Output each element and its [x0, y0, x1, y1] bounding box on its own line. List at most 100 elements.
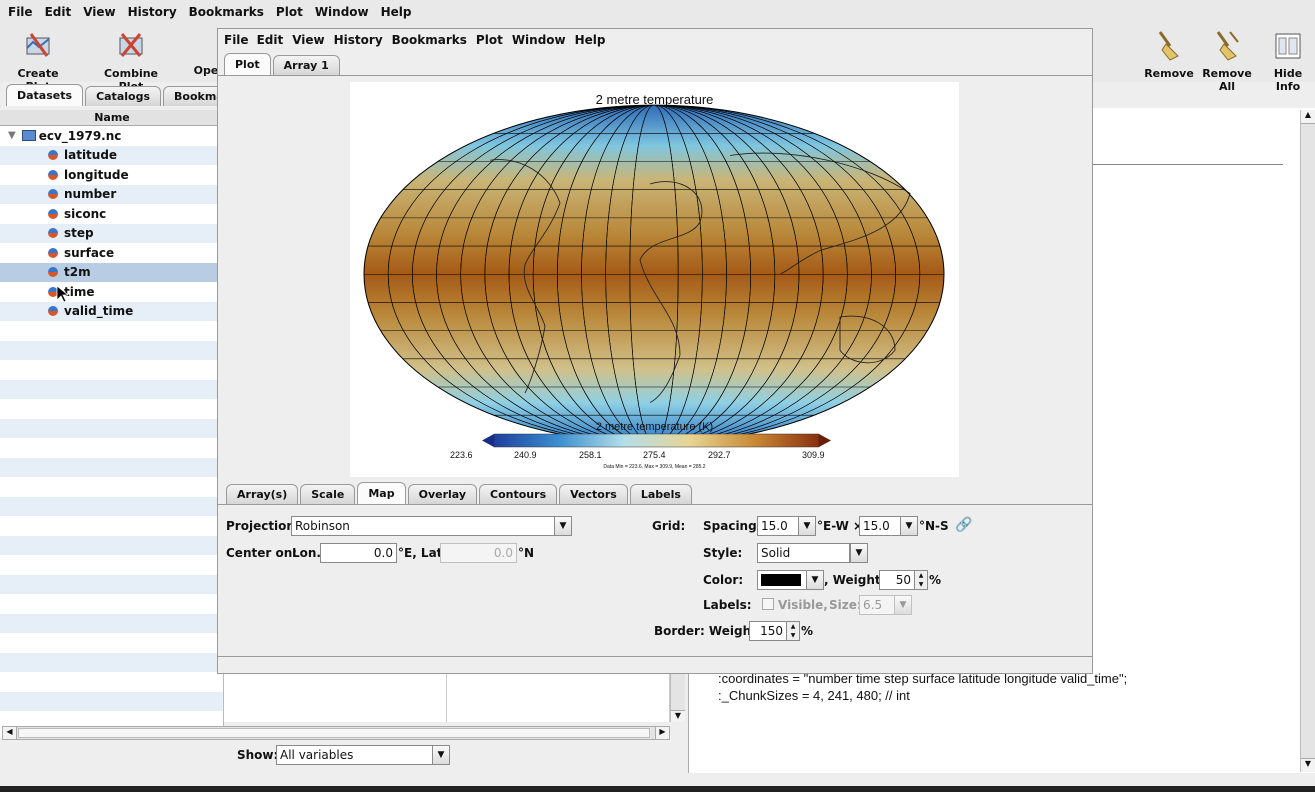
projection-select[interactable]: Robinson: [291, 516, 556, 536]
size-input[interactable]: 6.5: [859, 595, 895, 615]
labels-label: Labels:: [703, 598, 752, 612]
tab-datasets[interactable]: Datasets: [6, 84, 84, 106]
menu-file[interactable]: File: [8, 5, 33, 19]
dataset-tree[interactable]: ▼ ecv_1979.nc latitude longitude number …: [0, 126, 224, 738]
tree-variable-row[interactable]: latitude: [0, 145, 223, 165]
horizontal-scrollbar[interactable]: ◀ ▶: [2, 726, 670, 740]
plot-canvas[interactable]: 2 metre temperature 2 metre temperature …: [350, 82, 959, 477]
remove-button[interactable]: Remove: [1144, 28, 1194, 80]
chevron-down-icon[interactable]: ▼: [850, 543, 868, 563]
tab-scale[interactable]: Scale: [300, 484, 356, 504]
style-select[interactable]: Solid: [757, 543, 850, 563]
inner-menu-view[interactable]: View: [292, 33, 324, 47]
tree-variable-row[interactable]: time: [0, 282, 223, 302]
variable-icon: [48, 150, 58, 161]
chevron-down-icon[interactable]: ▼: [554, 516, 572, 536]
tab-map[interactable]: Map: [357, 482, 406, 504]
broom-icon: [1158, 31, 1179, 61]
border-percent: %: [801, 624, 814, 638]
lat-input[interactable]: 0.0: [440, 543, 517, 563]
weight-spinner-icon[interactable]: ▲ ▼: [914, 570, 928, 590]
menu-edit[interactable]: Edit: [45, 5, 72, 19]
tab-labels[interactable]: Labels: [629, 484, 692, 504]
menu-history[interactable]: History: [128, 5, 177, 19]
hide-info-button[interactable]: Hide Info: [1262, 28, 1314, 93]
lon-label: Lon.: [292, 546, 321, 560]
tree-variable-row[interactable]: longitude: [0, 165, 223, 185]
tab-plot[interactable]: Plot: [224, 53, 271, 75]
info-scrollbar[interactable]: ▲ ▼: [1300, 110, 1315, 772]
tree-variable-row[interactable]: surface: [0, 243, 223, 263]
visible-checkbox[interactable]: [762, 598, 774, 610]
inner-menu-help[interactable]: Help: [575, 33, 606, 47]
colorbar-tick-0: 223.6: [450, 450, 473, 460]
colorbar: [493, 433, 820, 448]
info-divider: [1093, 164, 1283, 165]
border-weight-input[interactable]: 150: [749, 621, 787, 641]
tree-variable-row[interactable]: siconc: [0, 204, 223, 224]
scroll-thumb[interactable]: [18, 728, 650, 738]
tab-arrays[interactable]: Array(s): [226, 484, 299, 504]
tree-variable-row[interactable]: valid_time: [0, 301, 223, 321]
color-select[interactable]: [757, 570, 807, 590]
options-tabstrip: Array(s) Scale Map Overlay Contours Vect…: [226, 482, 694, 504]
ew-unit-label: °E-W ×: [817, 519, 864, 533]
color-swatch: [761, 574, 801, 586]
lon-input[interactable]: 0.0: [320, 543, 397, 563]
border-weight-label: Border: Weight:: [654, 624, 762, 638]
tab-overlay[interactable]: Overlay: [407, 484, 478, 504]
chevron-down-icon[interactable]: ▼: [806, 570, 824, 590]
tree-variable-row[interactable]: number: [0, 184, 223, 204]
variable-icon: [48, 228, 58, 239]
scroll-up-icon[interactable]: ▲: [1301, 110, 1315, 124]
menu-help[interactable]: Help: [381, 5, 412, 19]
chevron-down-icon[interactable]: ▼: [894, 595, 912, 615]
tree-dataset-row[interactable]: ▼ ecv_1979.nc: [0, 126, 223, 146]
scroll-down-icon[interactable]: ▼: [671, 710, 685, 722]
scroll-right-icon[interactable]: ▶: [655, 727, 669, 739]
spacing-ew-input[interactable]: 15.0: [757, 516, 799, 536]
chevron-down-icon[interactable]: ▼: [432, 745, 450, 765]
tree-column-header[interactable]: Name: [0, 110, 224, 126]
show-select[interactable]: All variables: [276, 745, 434, 765]
inner-menu-bookmarks[interactable]: Bookmarks: [392, 33, 467, 47]
tab-array-1[interactable]: Array 1: [272, 55, 340, 75]
scroll-left-icon[interactable]: ◀: [3, 727, 17, 739]
menu-bookmarks[interactable]: Bookmarks: [189, 5, 264, 19]
chevron-down-icon[interactable]: ▼: [798, 516, 816, 536]
scroll-down-icon[interactable]: ▼: [1301, 758, 1315, 772]
broom-all-icon: [1216, 31, 1239, 61]
bottom-edge: [0, 786, 1315, 792]
inner-menu-window[interactable]: Window: [512, 33, 566, 47]
colorbar-tick-5: 309.9: [802, 450, 825, 460]
colorbar-tick-1: 240.9: [514, 450, 537, 460]
table-scrollbar[interactable]: ▼: [670, 674, 685, 722]
border-spinner-icon[interactable]: ▲ ▼: [786, 621, 800, 641]
colorbar-tick-2: 258.1: [579, 450, 602, 460]
menu-window[interactable]: Window: [315, 5, 369, 19]
tree-variable-row[interactable]: step: [0, 223, 223, 243]
remove-all-button[interactable]: Remove All: [1196, 28, 1258, 93]
menu-view[interactable]: View: [83, 5, 115, 19]
variable-icon: [48, 306, 58, 317]
chevron-down-icon[interactable]: ▼: [900, 516, 918, 536]
colorbar-max-arrow: [819, 434, 831, 447]
colorbar-label: 2 metre temperature (K): [595, 421, 714, 433]
weight-input[interactable]: 50: [879, 570, 915, 590]
tab-catalogs[interactable]: Catalogs: [85, 86, 161, 106]
variable-icon: [48, 247, 58, 258]
spacing-ns-input[interactable]: 15.0: [859, 516, 901, 536]
tab-vectors[interactable]: Vectors: [559, 484, 628, 504]
inner-menu-plot[interactable]: Plot: [476, 33, 503, 47]
inner-menu-edit[interactable]: Edit: [257, 33, 284, 47]
inner-menu-history[interactable]: History: [334, 33, 383, 47]
menu-plot[interactable]: Plot: [276, 5, 303, 19]
grid-label: Grid:: [652, 519, 686, 533]
open-button[interactable]: Ope: [192, 28, 220, 77]
mouse-cursor-icon: [56, 285, 68, 303]
inner-menu-file[interactable]: File: [224, 33, 249, 47]
expand-arrow-icon[interactable]: ▼: [8, 130, 16, 141]
tree-variable-row-selected[interactable]: t2m: [0, 262, 223, 282]
link-icon[interactable]: 🔗: [955, 517, 972, 533]
tab-contours[interactable]: Contours: [479, 484, 558, 504]
